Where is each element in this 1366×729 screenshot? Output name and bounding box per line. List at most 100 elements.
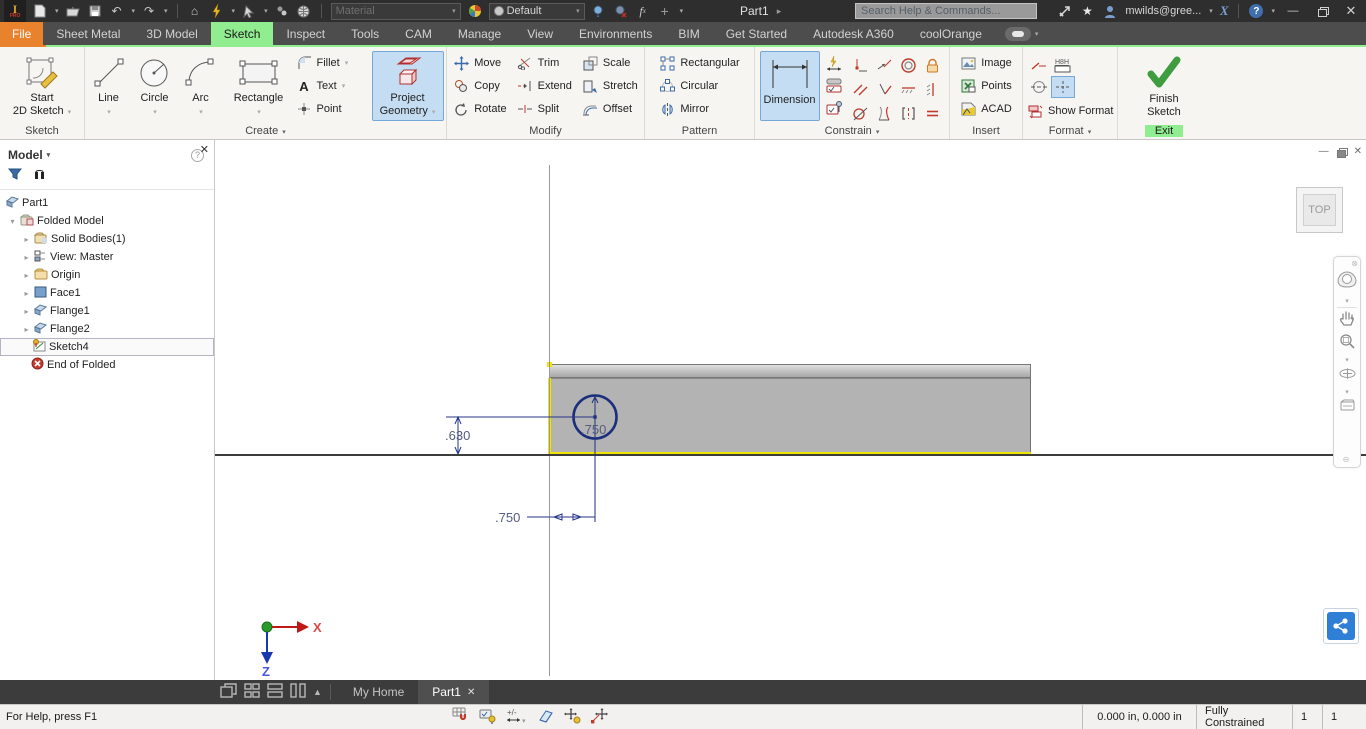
adjust-appearance-icon[interactable] [591, 3, 607, 19]
insert-image-button[interactable]: Image [960, 54, 1012, 72]
doc-restore-icon[interactable] [1336, 147, 1348, 158]
finish-sketch-button[interactable]: Finish Sketch [1141, 51, 1187, 121]
navigation-wheel-icon[interactable] [1336, 270, 1358, 295]
tab-close-icon[interactable]: ✕ [467, 687, 475, 698]
construction-format-icon[interactable] [1027, 54, 1051, 76]
constraint-settings-button[interactable] [826, 98, 843, 116]
tree-item-folded-model[interactable]: ▾ Folded Model [0, 212, 214, 230]
symmetric-constraint-icon[interactable] [897, 101, 921, 125]
browser-title[interactable]: Model [8, 148, 43, 162]
tree-item-flange1[interactable]: ▸ Flange1 [0, 302, 214, 320]
select-icon[interactable] [241, 3, 257, 19]
show-format-button[interactable]: Show Format [1027, 102, 1113, 120]
clear-override-icon[interactable] [613, 3, 629, 19]
start-2d-sketch-button[interactable]: Start 2D Sketch ▾ [9, 51, 75, 121]
tab-inspect[interactable]: Inspect [273, 22, 338, 45]
point-button[interactable]: Point [296, 100, 368, 118]
tile-horizontal-icon[interactable] [267, 683, 283, 701]
tab-get-started[interactable]: Get Started [713, 22, 800, 45]
help-icon[interactable]: ? [1249, 4, 1264, 18]
doc-minimize-icon[interactable]: — [1319, 146, 1329, 157]
undo-icon[interactable]: ↶ [109, 3, 125, 19]
auto-dimension-button[interactable] [826, 54, 843, 72]
new-dropdown-icon[interactable]: ▾ [55, 7, 59, 15]
tab-view[interactable]: View [514, 22, 566, 45]
cascade-windows-icon[interactable] [220, 683, 237, 701]
collinear-constraint-icon[interactable] [873, 53, 897, 77]
scale-button[interactable]: Scale [582, 54, 638, 72]
expand-icon[interactable]: ▸ [22, 325, 31, 334]
fix-lock-constraint-icon[interactable] [921, 53, 945, 77]
tab-3d-model[interactable]: 3D Model [133, 22, 210, 45]
navbar-minimize-icon[interactable]: ⊖ [1343, 455, 1350, 464]
orbit-dropdown-icon[interactable]: ▾ [1345, 388, 1349, 396]
globe-icon[interactable] [296, 3, 312, 19]
save-icon[interactable] [87, 3, 103, 19]
community-icon[interactable] [1056, 3, 1072, 19]
sketch-flash-icon[interactable] [209, 3, 225, 19]
fx-parameters-icon[interactable]: fx [635, 3, 651, 19]
tree-item-solid-bodies[interactable]: ▸ Solid Bodies(1) [0, 230, 214, 248]
tab-autodesk-a360[interactable]: Autodesk A360 [800, 22, 907, 45]
tab-bim[interactable]: BIM [665, 22, 712, 45]
select-dropdown-icon[interactable]: ▾ [264, 7, 268, 15]
doc-close-icon[interactable]: ✕ [1354, 146, 1362, 157]
signed-in-user[interactable]: mwilds@gree... [1125, 5, 1201, 17]
open-icon[interactable] [65, 3, 81, 19]
user-avatar-icon[interactable] [1102, 3, 1118, 19]
tab-sheet-metal[interactable]: Sheet Metal [43, 22, 133, 45]
concentric-constraint-icon[interactable] [897, 53, 921, 77]
inventor-logo-icon[interactable]: I PRO [4, 0, 26, 22]
centerline-format-icon[interactable] [1027, 76, 1051, 98]
import-points-button[interactable]: Points [960, 77, 1012, 95]
panel-label-constrain[interactable]: Constrain ▾ [755, 125, 949, 137]
project-geometry-button[interactable]: Project Geometry ▾ [371, 51, 444, 121]
stretch-button[interactable]: Stretch [582, 77, 638, 95]
favorites-star-icon[interactable]: ★ [1079, 3, 1095, 19]
home-icon[interactable]: ⌂ [187, 3, 203, 19]
panel-label-create[interactable]: Create ▾ [85, 125, 446, 137]
tree-item-flange2[interactable]: ▸ Flange2 [0, 320, 214, 338]
move-node-icon[interactable] [590, 707, 608, 727]
panel-label-exit[interactable]: Exit [1118, 125, 1210, 137]
tree-item-origin[interactable]: ▸ Origin [0, 266, 214, 284]
viewcube[interactable]: TOP [1296, 187, 1343, 233]
look-at-face-icon[interactable] [537, 708, 555, 727]
equal-constraint-icon[interactable] [921, 101, 945, 125]
line-button[interactable]: Line ▾ [88, 51, 130, 121]
rectangle-button[interactable]: Rectangle ▾ [226, 51, 292, 121]
collapse-tabs-icon[interactable]: ▲ [313, 687, 322, 697]
rectangular-pattern-button[interactable]: Rectangular [659, 54, 740, 72]
redo-icon[interactable]: ↷ [141, 3, 157, 19]
perpendicular-constraint-icon[interactable] [873, 77, 897, 101]
tree-item-end-of-folded[interactable]: End of Folded [0, 356, 214, 374]
move-button[interactable]: Move [453, 54, 506, 72]
dim-vertical-text[interactable]: .630 [445, 428, 470, 443]
arc-button[interactable]: Arc ▾ [180, 51, 222, 121]
close-button[interactable]: ✕ [1340, 2, 1362, 20]
minimize-button[interactable]: — [1282, 2, 1304, 20]
tile-windows-icon[interactable] [244, 683, 260, 701]
browser-search-icon[interactable] [32, 168, 47, 183]
offset-button[interactable]: Offset [582, 100, 638, 118]
parallel-constraint-icon[interactable] [849, 77, 873, 101]
zoom-icon[interactable] [1339, 333, 1355, 354]
trim-button[interactable]: Trim [517, 54, 572, 72]
user-dropdown-icon[interactable]: ▾ [1209, 7, 1213, 15]
undo-dropdown-icon[interactable]: ▾ [132, 7, 136, 15]
navbar-close-icon[interactable]: ⊗ [1351, 259, 1358, 268]
circular-pattern-button[interactable]: Circular [659, 77, 739, 95]
mirror-button[interactable]: Mirror [659, 100, 739, 118]
search-input[interactable]: Search Help & Commands... [855, 3, 1037, 19]
tree-item-view-master[interactable]: ▸ View: Master [0, 248, 214, 266]
copy-button[interactable]: Copy [453, 77, 506, 95]
center-point-format-icon[interactable] [1051, 76, 1075, 98]
text-button[interactable]: A Text ▾ [296, 77, 368, 95]
vertical-constraint-icon[interactable] [921, 77, 945, 101]
tab-file[interactable]: File [0, 22, 44, 45]
tab-sketch[interactable]: Sketch [210, 22, 274, 45]
panel-label-insert[interactable]: Insert [950, 125, 1022, 137]
expand-icon[interactable]: ▸ [22, 271, 31, 280]
panel-label-pattern[interactable]: Pattern [645, 125, 754, 137]
panel-label-sketch[interactable]: Sketch [0, 125, 84, 137]
